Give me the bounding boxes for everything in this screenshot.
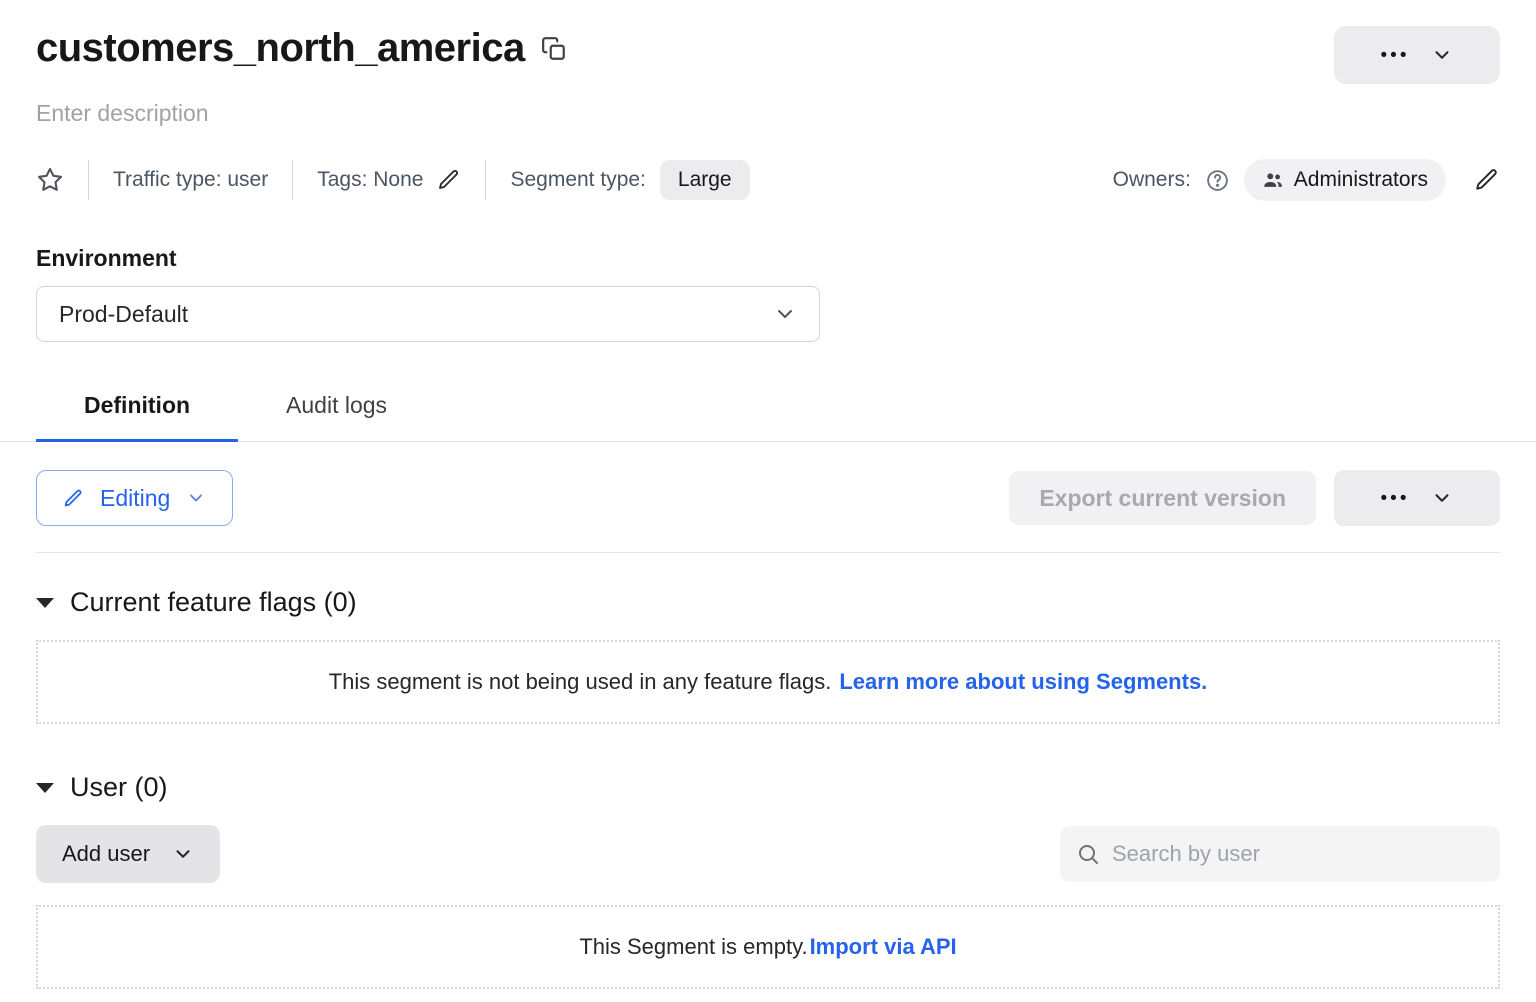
owners-value: Administrators [1294,168,1428,192]
edit-tags-icon[interactable] [437,168,461,192]
chevron-down-icon [186,488,206,508]
chevron-down-icon [1431,44,1453,66]
search-by-user-box [1060,826,1500,882]
segment-type-label: Segment type: [510,168,645,192]
feature-flags-section-header[interactable]: Current feature flags (0) [36,587,1500,618]
feature-flags-empty-text: This segment is not being used in any fe… [329,669,832,695]
divider [485,160,486,200]
collapse-caret-icon [36,783,54,793]
tab-audit-logs[interactable]: Audit logs [238,376,435,441]
chevron-down-icon [172,843,194,865]
environment-selected-value: Prod-Default [59,301,188,328]
edit-owners-icon[interactable] [1474,167,1500,193]
help-icon[interactable] [1205,168,1230,193]
environment-label: Environment [36,245,1500,272]
header: customers_north_america ••• [36,26,1500,84]
editing-label: Editing [100,485,170,512]
traffic-type-label: Traffic type: user [113,168,268,192]
header-more-button[interactable]: ••• [1334,26,1500,84]
description-placeholder[interactable]: Enter description [36,100,1500,127]
feature-flags-heading: Current feature flags (0) [70,587,357,618]
copy-icon[interactable] [541,36,567,62]
add-user-button[interactable]: Add user [36,825,220,883]
learn-more-link[interactable]: Learn more about using Segments. [839,669,1207,695]
user-heading: User (0) [70,772,168,803]
import-via-api-link[interactable]: Import via API [810,934,957,960]
user-empty-state: This Segment is empty. Import via API [36,905,1500,989]
definition-more-button[interactable]: ••• [1334,470,1500,526]
tab-definition[interactable]: Definition [36,376,238,441]
environment-select[interactable]: Prod-Default [36,286,820,342]
divider [88,160,89,200]
owners-badge[interactable]: Administrators [1244,159,1446,201]
definition-toolbar: Editing Export current version ••• [36,470,1500,526]
ellipsis-icon: ••• [1381,489,1410,508]
divider [292,160,293,200]
star-icon[interactable] [36,166,64,194]
divider [36,552,1500,553]
people-icon [1262,169,1284,191]
search-by-user-input[interactable] [1112,841,1484,867]
meta-row: Traffic type: user Tags: None Segment ty… [36,157,1500,203]
user-empty-text: This Segment is empty. [579,934,807,960]
user-toolbar: Add user [36,825,1500,883]
chevron-down-icon [773,302,797,326]
export-current-version-button[interactable]: Export current version [1009,471,1316,525]
editing-mode-button[interactable]: Editing [36,470,233,526]
segment-page: customers_north_america ••• Enter descri… [0,0,1536,1002]
tab-bar: Definition Audit logs [0,376,1536,442]
tags-label: Tags: None [317,168,423,192]
collapse-caret-icon [36,598,54,608]
user-section-header[interactable]: User (0) [36,772,1500,803]
feature-flags-empty-state: This segment is not being used in any fe… [36,640,1500,724]
owners-group: Owners: Administrators [1113,159,1500,201]
ellipsis-icon: ••• [1381,46,1410,65]
add-user-label: Add user [62,841,150,867]
search-icon [1076,842,1100,866]
pencil-icon [63,488,84,509]
chevron-down-icon [1431,487,1453,509]
segment-type-badge: Large [660,160,750,200]
page-title: customers_north_america [36,26,525,71]
owners-label: Owners: [1113,168,1191,192]
